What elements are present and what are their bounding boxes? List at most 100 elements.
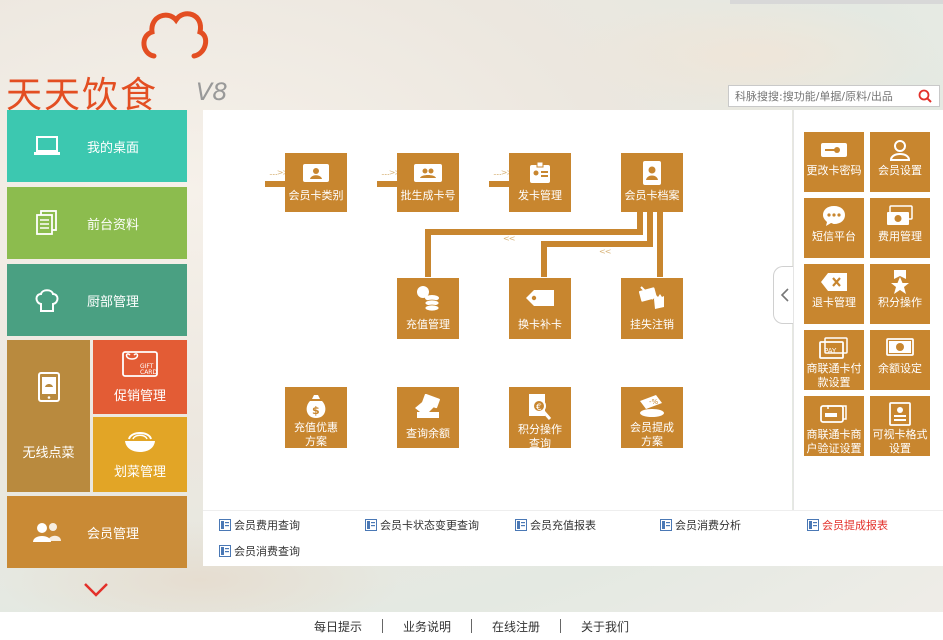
svg-text:€: € xyxy=(536,403,542,413)
id-card-icon xyxy=(303,164,329,182)
pay-card-icon: PAY xyxy=(819,337,848,359)
search-button[interactable] xyxy=(911,86,939,106)
report-link[interactable]: 会员费用查询 xyxy=(219,517,300,533)
points-operation-button[interactable]: 积分操作 xyxy=(870,264,930,324)
visual-card-format-button[interactable]: 可视卡格式 设置 xyxy=(870,396,930,456)
contact-book-icon xyxy=(643,161,661,185)
flow-recharge-button[interactable]: 充值管理 xyxy=(397,278,459,339)
report-link[interactable]: 会员充值报表 xyxy=(515,517,596,533)
user-outline-icon xyxy=(889,140,911,161)
nav-label: 会员管理 xyxy=(87,526,140,542)
report-link[interactable]: 会员消费分析 xyxy=(660,517,741,533)
flow-connector xyxy=(541,241,547,277)
report-icon xyxy=(219,519,231,531)
sms-platform-button[interactable]: 短信平台 xyxy=(804,198,864,258)
report-icon xyxy=(660,519,672,531)
side-label: 退卡管理 xyxy=(812,296,856,309)
online-register-link[interactable]: 在线注册 xyxy=(472,618,560,635)
flow-archive-button[interactable]: 会员卡档案 xyxy=(621,153,683,212)
laptop-icon xyxy=(34,136,60,155)
collapse-panel-button[interactable] xyxy=(773,266,795,324)
flow-batch-gen-button[interactable]: 批生成卡号 xyxy=(397,153,459,212)
side-label: 积分操作 xyxy=(878,296,922,309)
flow-connector xyxy=(425,229,431,277)
search-icon xyxy=(918,89,932,103)
report-icon xyxy=(807,519,819,531)
flow-recharge-promo-button[interactable]: $ 充值优惠 方案 xyxy=(285,387,347,448)
flow-issue-button[interactable]: 发卡管理 xyxy=(509,153,571,212)
cancel-card-icon xyxy=(638,286,664,309)
business-info-link[interactable]: 业务说明 xyxy=(383,618,471,635)
search-input[interactable] xyxy=(729,86,911,106)
flow-label: 充值优惠 方案 xyxy=(294,421,338,448)
side-label: 余额设定 xyxy=(878,362,922,375)
nav-tile-desktop[interactable]: 我的桌面 xyxy=(7,110,187,182)
reports-bar: 会员费用查询 会员卡状态变更查询 会员充值报表 会员消费分析 会员提成报表 会员… xyxy=(203,510,943,566)
nav-tile-front[interactable]: 前台资料 xyxy=(7,187,187,259)
svg-text:$: $ xyxy=(312,404,320,417)
side-label: 商联通卡付 款设置 xyxy=(806,362,862,389)
tag-icon xyxy=(526,290,554,306)
report-label: 会员充值报表 xyxy=(530,519,596,532)
nav-label: 我的桌面 xyxy=(87,140,140,156)
flow-label: 发卡管理 xyxy=(518,189,562,202)
nav-tile-wireless[interactable]: 无线点菜 xyxy=(7,340,90,492)
unionpay-payment-button[interactable]: PAY 商联通卡付 款设置 xyxy=(804,330,864,390)
fee-management-button[interactable]: 费用管理 xyxy=(870,198,930,258)
chevron-down-icon xyxy=(84,583,108,597)
flow-balance-query-button[interactable]: 查询余额 xyxy=(397,387,459,448)
banknotes-icon xyxy=(887,205,913,225)
flow-replace-button[interactable]: 换卡补卡 xyxy=(509,278,571,339)
nav-tile-promo[interactable]: GIFT CARD 促销管理 xyxy=(93,340,187,414)
documents-icon xyxy=(36,210,57,235)
unionpay-verify-button[interactable]: 商联通卡商 户验证设置 xyxy=(804,396,864,456)
tablet-icon xyxy=(37,371,60,402)
side-label: 会员设置 xyxy=(878,164,922,177)
flow-label: 查询余额 xyxy=(406,427,450,440)
search-euro-icon: € xyxy=(529,394,552,420)
nav-label: 促销管理 xyxy=(113,388,166,404)
report-label: 会员消费分析 xyxy=(675,519,741,532)
nav-label: 前台资料 xyxy=(87,217,140,233)
flow-label: 充值管理 xyxy=(406,318,450,331)
top-bar xyxy=(730,0,943,4)
nav-label: 厨部管理 xyxy=(87,294,140,310)
report-icon xyxy=(219,545,231,557)
side-label: 商联通卡商 户验证设置 xyxy=(806,428,862,455)
scroll-down-button[interactable] xyxy=(83,582,109,601)
flow-points-query-button[interactable]: € 积分操作 查询 xyxy=(509,387,571,450)
report-label: 会员提成报表 xyxy=(822,519,888,532)
footer-links: 每日提示 业务说明 在线注册 关于我们 xyxy=(0,612,943,640)
about-us-link[interactable]: 关于我们 xyxy=(561,618,649,635)
report-icon xyxy=(365,519,377,531)
report-label: 会员费用查询 xyxy=(234,519,300,532)
flow-label: 积分操作 查询 xyxy=(518,423,562,450)
daily-tips-link[interactable]: 每日提示 xyxy=(294,618,382,635)
nav-tile-kitchen[interactable]: 厨部管理 xyxy=(7,264,187,336)
flow-label: 换卡补卡 xyxy=(518,318,562,331)
nav-tile-member[interactable]: 会员管理 xyxy=(7,496,187,568)
nav-tile-plan[interactable]: 划菜管理 xyxy=(93,417,187,492)
flow-commission-plan-button[interactable]: -% 会员提成 方案 xyxy=(621,387,683,448)
member-settings-button[interactable]: 会员设置 xyxy=(870,132,930,192)
flow-card-type-button[interactable]: 会员卡类别 xyxy=(285,153,347,212)
chevron-left-icon xyxy=(780,288,789,302)
change-password-button[interactable]: 更改卡密码 xyxy=(804,132,864,192)
chef-hat-logo-icon xyxy=(141,11,209,59)
search-box xyxy=(728,85,940,107)
flow-lost-button[interactable]: 挂失注销 xyxy=(621,278,683,339)
report-link-active[interactable]: 会员提成报表 xyxy=(807,517,888,533)
side-label: 更改卡密码 xyxy=(806,164,862,177)
report-link[interactable]: 会员卡状态变更查询 xyxy=(365,517,479,533)
star-ribbon-icon xyxy=(891,270,909,294)
refund-card-button[interactable]: 退卡管理 xyxy=(804,264,864,324)
side-label: 短信平台 xyxy=(812,230,856,243)
report-link[interactable]: 会员消费查询 xyxy=(219,543,300,559)
version-label: V8 xyxy=(196,78,228,106)
svg-text:CARD: CARD xyxy=(140,369,157,376)
chat-bubble-icon xyxy=(823,206,845,226)
balance-settings-button[interactable]: 余额设定 xyxy=(870,330,930,390)
app-logo: 天天饮食 V8 xyxy=(4,4,244,116)
flow-connector xyxy=(425,229,643,235)
card-verify-icon xyxy=(820,405,847,423)
